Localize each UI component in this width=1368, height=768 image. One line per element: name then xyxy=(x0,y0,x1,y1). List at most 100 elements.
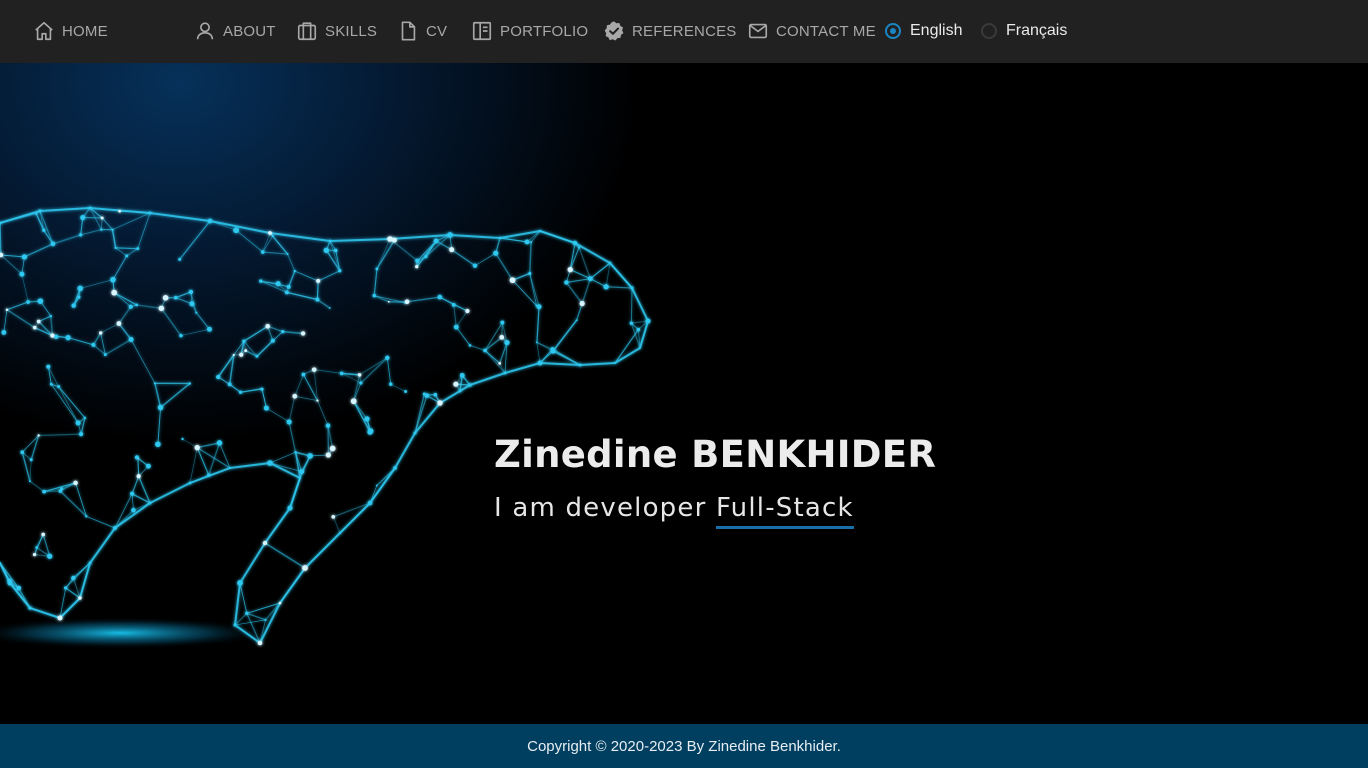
network-line xyxy=(195,312,210,330)
network-line xyxy=(359,357,388,376)
network-node xyxy=(153,382,156,385)
network-line xyxy=(390,383,406,392)
network-node xyxy=(404,299,410,305)
network-node xyxy=(129,491,135,496)
hero-section: Zinedine BENKHIDER I am developer Full-S… xyxy=(0,63,1368,724)
network-node xyxy=(216,374,221,380)
network-line xyxy=(386,357,392,385)
network-line xyxy=(154,383,162,408)
network-node xyxy=(316,278,321,284)
network-line xyxy=(288,421,297,453)
network-node xyxy=(259,279,263,283)
network-node xyxy=(189,301,195,307)
network-node xyxy=(238,390,243,394)
nav-contact-label: CONTACT ME xyxy=(776,22,876,40)
network-node xyxy=(639,347,641,349)
network-line xyxy=(118,323,132,340)
nav-skills[interactable]: SKILLS xyxy=(296,19,377,43)
network-node xyxy=(281,329,285,334)
network-node xyxy=(103,353,107,357)
radio-checked-icon[interactable] xyxy=(885,23,901,39)
nav-references[interactable]: REFERENCES xyxy=(603,19,737,43)
network-node xyxy=(233,227,240,234)
network-line xyxy=(416,240,437,268)
network-node xyxy=(575,319,578,322)
network-line xyxy=(529,242,532,274)
network-line xyxy=(565,281,583,304)
network-line xyxy=(373,268,378,296)
network-node xyxy=(331,514,336,519)
network-line xyxy=(36,534,44,548)
network-node xyxy=(131,507,136,513)
nav-cv[interactable]: CV xyxy=(397,19,447,43)
network-line xyxy=(425,234,451,258)
network-line xyxy=(175,291,192,299)
cheetah-network-illustration xyxy=(0,206,651,649)
network-node xyxy=(88,561,92,565)
network-line xyxy=(67,337,94,346)
network-line xyxy=(86,515,116,529)
network-line xyxy=(29,459,32,482)
network-contour xyxy=(279,567,306,604)
network-node xyxy=(350,398,357,405)
network-node xyxy=(294,451,297,454)
network-node xyxy=(173,295,178,300)
network-node xyxy=(328,307,331,309)
network-line xyxy=(38,321,53,337)
network-node xyxy=(179,333,183,338)
network-node xyxy=(91,342,96,347)
network-node xyxy=(32,325,37,330)
network-node xyxy=(111,289,118,296)
network-line xyxy=(243,325,269,342)
network-line xyxy=(80,217,84,235)
network-node xyxy=(357,373,362,377)
network-line xyxy=(160,307,182,336)
network-line xyxy=(317,400,329,426)
nav-portfolio[interactable]: PORTFOLIO xyxy=(471,19,588,43)
nav-contact[interactable]: CONTACT ME xyxy=(747,19,876,43)
network-node xyxy=(135,303,139,307)
network-line xyxy=(614,329,639,364)
network-node xyxy=(111,228,114,231)
network-node xyxy=(162,295,169,301)
network-line xyxy=(179,220,211,260)
network-node xyxy=(242,339,246,343)
network-node xyxy=(301,372,306,377)
network-line xyxy=(111,229,117,249)
network-node xyxy=(136,474,141,479)
network-node xyxy=(393,466,397,470)
nav-home[interactable]: HOME xyxy=(33,19,108,43)
network-node xyxy=(367,500,373,506)
network-node xyxy=(207,218,213,224)
file-icon xyxy=(397,20,419,42)
network-node xyxy=(16,585,22,591)
network-line xyxy=(112,212,151,231)
network-node xyxy=(77,295,81,299)
network-node xyxy=(42,489,47,494)
network-contour xyxy=(304,532,341,569)
network-node xyxy=(265,323,271,329)
network-line xyxy=(630,287,633,324)
network-line xyxy=(104,338,132,356)
network-line xyxy=(327,425,334,449)
nav-about[interactable]: ABOUT xyxy=(194,19,276,43)
network-node xyxy=(216,440,223,446)
network-contour xyxy=(209,220,271,234)
language-english-option[interactable]: English xyxy=(885,19,962,43)
tagline-prefix: I am developer xyxy=(494,493,707,523)
language-french-option[interactable]: Français xyxy=(981,19,1067,43)
network-contour xyxy=(29,607,61,619)
footer-copyright: Copyright © 2020-2023 By Zinedine Benkhi… xyxy=(527,737,841,755)
network-line xyxy=(536,342,541,364)
network-node xyxy=(65,335,71,341)
network-node xyxy=(572,240,578,246)
network-line xyxy=(80,229,102,236)
radio-unchecked-icon[interactable] xyxy=(981,23,997,39)
network-node xyxy=(268,231,272,235)
network-node xyxy=(71,575,76,581)
network-line xyxy=(0,254,25,258)
network-line xyxy=(286,291,318,301)
network-line xyxy=(267,325,284,333)
network-node xyxy=(1,329,7,335)
network-line xyxy=(606,286,633,289)
